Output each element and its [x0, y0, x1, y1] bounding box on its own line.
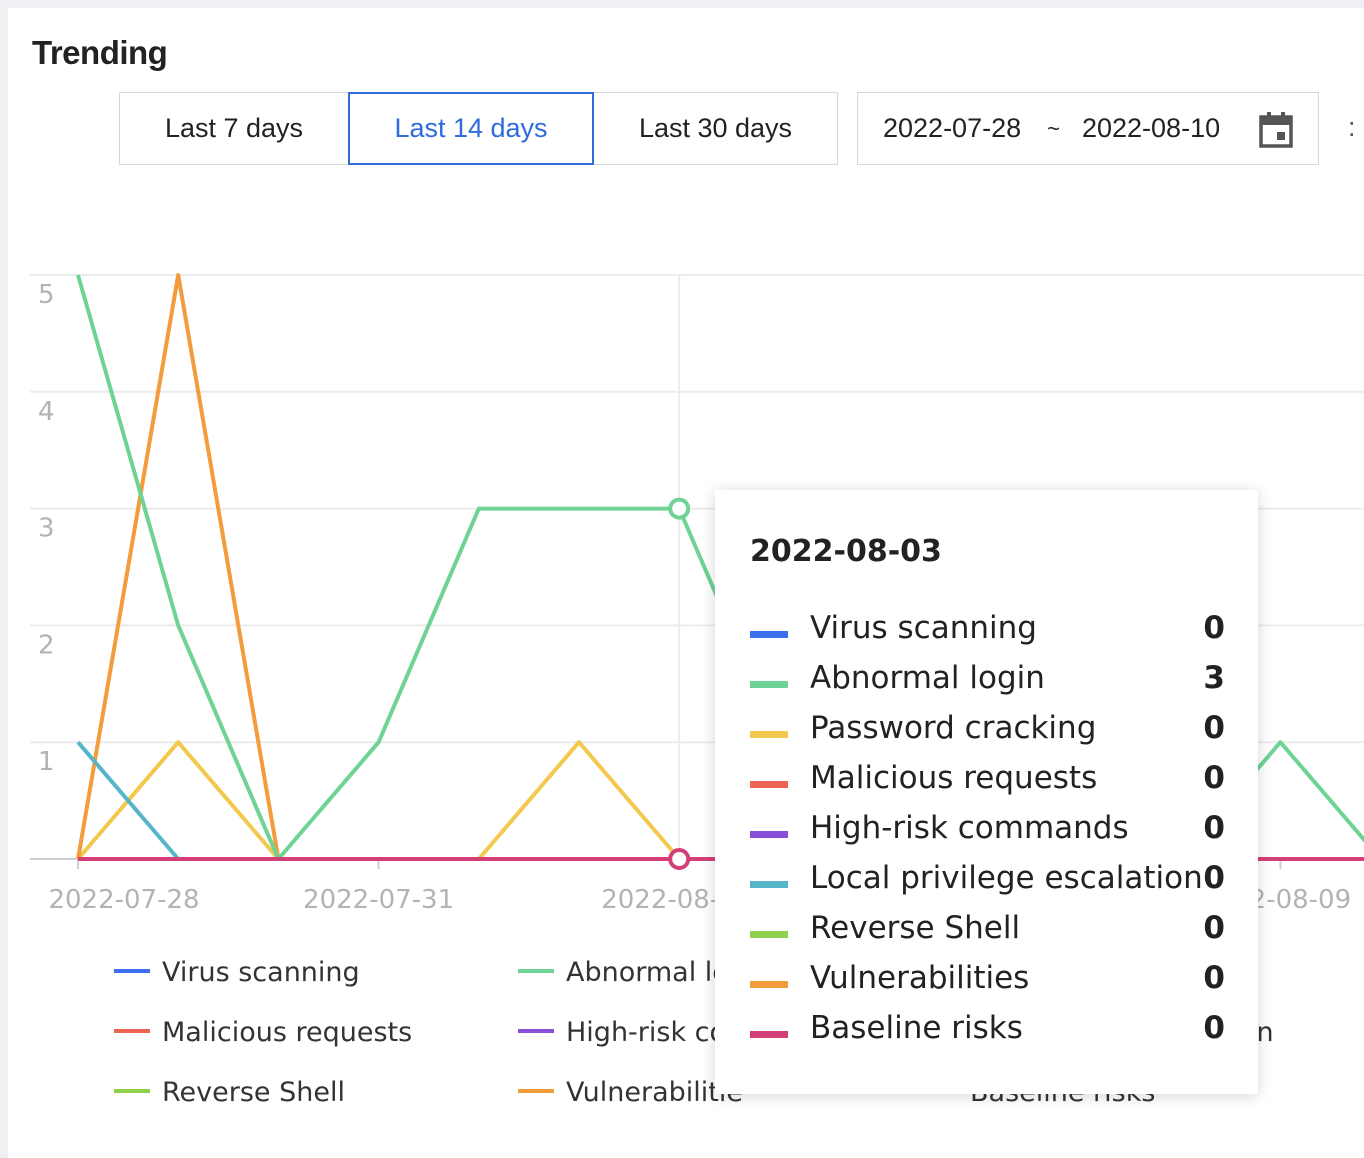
trending-card: Trending Last 7 days Last 14 days Last 3… [8, 8, 1364, 1158]
legend-label: Reverse Shell [162, 1077, 345, 1108]
tooltip-swatch [750, 631, 788, 638]
tooltip-swatch [750, 781, 788, 788]
y-tick-label: 1 [38, 747, 55, 777]
tooltip-row: High-risk commands 0 [750, 810, 1225, 850]
legend-item[interactable]: Abnormal lo [518, 957, 729, 988]
tooltip-row: Vulnerabilities 0 [750, 960, 1225, 1000]
tooltip-label: Baseline risks [810, 1010, 1023, 1046]
x-tick-label: 2-08-09 [1250, 885, 1351, 915]
tooltip-label: Local privilege escalation [810, 860, 1203, 896]
hover-point-baseline-risks [668, 848, 691, 870]
tooltip-label: Reverse Shell [810, 910, 1021, 946]
tooltip-swatch [750, 881, 788, 888]
tooltip-row: Abnormal login 3 [750, 660, 1225, 700]
tooltip-row: Virus scanning 0 [750, 610, 1225, 650]
tooltip-value: 0 [1203, 710, 1225, 746]
y-tick-label: 5 [38, 280, 55, 310]
tooltip-label: Vulnerabilities [810, 960, 1030, 996]
tooltip-label: Malicious requests [810, 760, 1098, 796]
legend-label: Abnormal lo [566, 957, 729, 988]
tooltip-label: Abnormal login [810, 660, 1045, 696]
legend-item[interactable]: Vulnerabilitie [518, 1077, 743, 1108]
tooltip-swatch [750, 831, 788, 838]
legend-item[interactable]: High-risk co [518, 1017, 726, 1048]
x-tick-label: 2022-07-31 [303, 885, 454, 915]
y-tick-label: 3 [38, 514, 55, 544]
tooltip-row: Reverse Shell 0 [750, 910, 1225, 950]
tooltip-date: 2022-08-03 [750, 534, 942, 569]
x-tick-label: 2022-07-28 [48, 885, 199, 915]
y-tick-label: 4 [38, 397, 55, 427]
tooltip-swatch [750, 731, 788, 738]
tooltip-row: Baseline risks 0 [750, 1010, 1225, 1050]
tooltip-row: Local privilege escalation 0 [750, 860, 1225, 900]
tooltip-swatch [750, 681, 788, 688]
legend-item[interactable]: Virus scanning [114, 957, 360, 988]
y-axis-ticks: 1 2 3 4 5 [38, 280, 55, 777]
tooltip-value: 0 [1203, 1010, 1225, 1046]
tooltip-swatch [750, 1031, 788, 1038]
tooltip-label: Password cracking [810, 710, 1097, 746]
tooltip-value: 0 [1203, 860, 1225, 896]
tooltip-swatch [750, 931, 788, 938]
tooltip-row: Malicious requests 0 [750, 760, 1225, 800]
tooltip-value: 0 [1203, 910, 1225, 946]
legend-label: High-risk co [566, 1017, 726, 1048]
tooltip-swatch [750, 981, 788, 988]
legend-item[interactable]: Malicious requests [114, 1017, 412, 1048]
chart-tooltip: 2022-08-03 Virus scanning 0 Abnormal login… [715, 490, 1258, 1094]
tooltip-value: 0 [1203, 760, 1225, 796]
legend-label: Virus scanning [162, 957, 360, 988]
hover-point-abnormal-login [668, 497, 691, 520]
tooltip-value: 0 [1203, 610, 1225, 646]
tooltip-value: 0 [1203, 960, 1225, 996]
tooltip-label: High-risk commands [810, 810, 1129, 846]
tooltip-row: Password cracking 0 [750, 710, 1225, 750]
legend-label: Malicious requests [162, 1017, 412, 1048]
tooltip-value: 0 [1203, 810, 1225, 846]
x-tick-label: 2022-08- [601, 885, 719, 915]
range-14-days-button[interactable]: Last 14 days [348, 92, 594, 165]
y-tick-label: 2 [38, 630, 55, 660]
tooltip-label: Virus scanning [810, 610, 1037, 646]
legend-item[interactable]: Reverse Shell [114, 1077, 345, 1108]
tooltip-value: 3 [1203, 660, 1225, 696]
